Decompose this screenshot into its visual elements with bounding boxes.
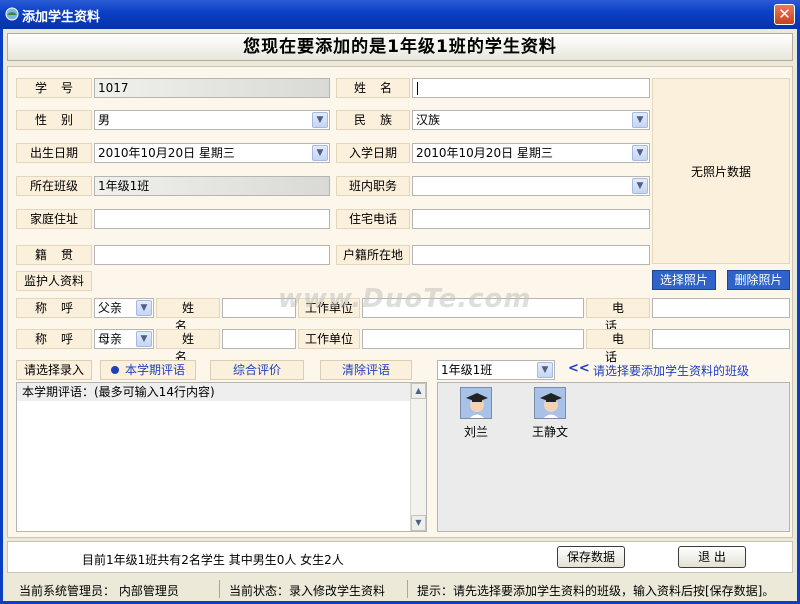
status-hint: 提示：请先选择要添加学生资料的班级，输入资料后按[保存数据]。 (417, 584, 775, 598)
guardian-phone-label: 电话 (586, 298, 650, 333)
enroll-date-picker[interactable]: 2010年10月20日 星期三 ▼ (412, 143, 650, 163)
guardian-work-label: 工作单位 (298, 329, 360, 349)
student-list: 刘兰 王静文 (437, 382, 790, 532)
select-entry-label: 请选择录入 (16, 360, 92, 380)
student-avatar-icon (460, 387, 492, 419)
title-bar: 添加学生资料 ✕ (0, 0, 800, 29)
double-arrow-left-icon: << (568, 361, 590, 376)
app-icon (5, 7, 19, 21)
class-summary: 目前1年级1班共有2名学生 其中男生0人 女生2人 (82, 553, 344, 567)
chevron-down-icon[interactable]: ▼ (136, 300, 152, 316)
chevron-down-icon[interactable]: ▼ (136, 331, 152, 347)
chevron-down-icon[interactable]: ▼ (632, 112, 648, 128)
tab-semester-comment[interactable]: 本学期评语 (100, 360, 196, 380)
ethnicity-select[interactable]: 汉族 ▼ (412, 110, 650, 130)
chevron-down-icon[interactable]: ▼ (537, 362, 553, 378)
guardian-phone-input[interactable] (652, 329, 790, 349)
guardian-title-select[interactable]: 父亲 ▼ (94, 298, 154, 318)
phone-label: 住宅电话 (336, 209, 410, 229)
name-input[interactable] (412, 78, 650, 98)
guardian-name-input[interactable] (222, 329, 296, 349)
student-no-field[interactable]: 1017 (94, 78, 330, 98)
guardian-section-label: 监护人资料 (16, 271, 92, 291)
chevron-down-icon[interactable]: ▼ (632, 178, 648, 194)
student-no-label: 学号 (16, 78, 92, 98)
birth-label: 出生日期 (16, 143, 92, 163)
name-label: 姓名 (336, 78, 410, 98)
hukou-label: 户籍所在地 (336, 245, 410, 265)
class-field[interactable]: 1年级1班 (94, 176, 330, 196)
comment-scrollbar[interactable]: ▲ ▼ (410, 383, 426, 531)
class-select[interactable]: 1年级1班 ▼ (437, 360, 555, 380)
scroll-down-icon[interactable]: ▼ (411, 515, 426, 531)
text-caret (417, 82, 418, 95)
exit-button[interactable]: 退 出 (678, 546, 746, 568)
ethnicity-label: 民族 (336, 110, 410, 130)
student-avatar-icon (534, 387, 566, 419)
status-bar: 当前系统管理员： 内部管理员 当前状态：录入修改学生资料 提示：请先选择要添加学… (7, 578, 793, 600)
delete-photo-button[interactable]: 删除照片 (727, 270, 790, 290)
guardian-title-select[interactable]: 母亲 ▼ (94, 329, 154, 349)
origin-input[interactable] (94, 245, 330, 265)
watermark: www.DuoTe.com (278, 284, 532, 314)
guardian-name-label: 姓名 (156, 298, 220, 333)
phone-input[interactable] (412, 209, 650, 229)
radio-selected-icon (110, 366, 119, 374)
save-button[interactable]: 保存数据 (557, 546, 625, 568)
position-label: 班内职务 (336, 176, 410, 196)
status-divider (407, 580, 408, 598)
select-photo-button[interactable]: 选择照片 (652, 270, 716, 290)
status-state: 当前状态：录入修改学生资料 (229, 584, 386, 598)
class-label: 所在班级 (16, 176, 92, 196)
chevron-down-icon[interactable]: ▼ (632, 145, 648, 161)
guardian-phone-label: 电话 (586, 329, 650, 364)
tab-overall-evaluation[interactable]: 综合评价 (210, 360, 304, 380)
hukou-input[interactable] (412, 245, 650, 265)
status-divider (219, 580, 220, 598)
chevron-down-icon[interactable]: ▼ (312, 112, 328, 128)
address-input[interactable] (94, 209, 330, 229)
enroll-label: 入学日期 (336, 143, 410, 163)
chevron-down-icon[interactable]: ▼ (312, 145, 328, 161)
position-select[interactable]: ▼ (412, 176, 650, 196)
window-title: 添加学生资料 (22, 10, 101, 25)
origin-label: 籍贯 (16, 245, 92, 265)
guardian-title-label: 称呼 (16, 298, 92, 318)
status-admin: 当前系统管理员： 内部管理员 (19, 584, 179, 598)
comment-textarea[interactable]: 本学期评语：(最多可输入14行内容) ▲ ▼ (16, 382, 427, 532)
page-title: 您现在要添加的是1年级1班的学生资料 (7, 33, 793, 61)
student-item[interactable]: 刘兰 (451, 387, 501, 440)
guardian-title-label: 称呼 (16, 329, 92, 349)
clear-comment-button[interactable]: 清除评语 (320, 360, 412, 380)
scroll-up-icon[interactable]: ▲ (411, 383, 426, 399)
address-label: 家庭住址 (16, 209, 92, 229)
guardian-phone-input[interactable] (652, 298, 790, 318)
photo-placeholder: 无照片数据 (652, 78, 790, 264)
student-item[interactable]: 王静文 (525, 387, 575, 440)
birth-date-picker[interactable]: 2010年10月20日 星期三 ▼ (94, 143, 330, 163)
close-button[interactable]: ✕ (774, 4, 795, 25)
gender-label: 性别 (16, 110, 92, 130)
gender-select[interactable]: 男 ▼ (94, 110, 330, 130)
guardian-name-label: 姓名 (156, 329, 220, 364)
comment-hint: 本学期评语：(最多可输入14行内容) (17, 383, 410, 401)
guardian-work-input[interactable] (362, 329, 584, 349)
class-select-hint: 请选择要添加学生资料的班级 (593, 364, 750, 378)
